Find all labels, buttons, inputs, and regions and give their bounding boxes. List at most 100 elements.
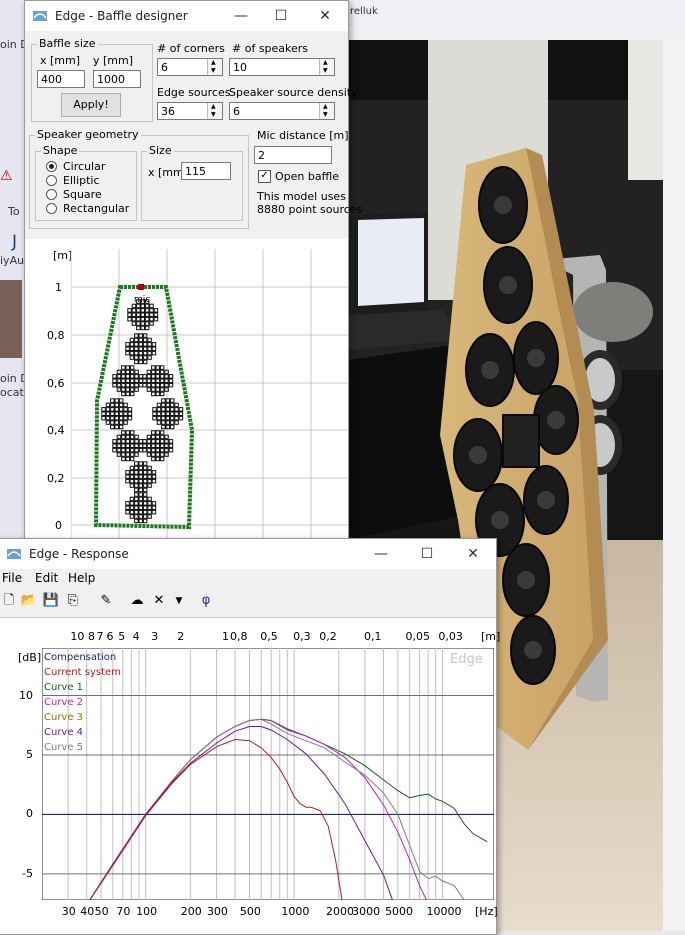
driver-source-point <box>142 492 148 497</box>
shape-rectangular-radio[interactable] <box>46 203 57 214</box>
driver-source-point <box>118 407 124 412</box>
driver-source-point <box>159 369 165 375</box>
top-axis-tick: 8 <box>87 630 95 643</box>
response-plot-area[interactable]: 10 8 7 6 5 4 3 2 1 0,8 0,5 0,3 0,2 0,1 0,05 0,03 [m] [d… <box>0 618 500 934</box>
apply-button[interactable]: Apply! <box>61 93 121 117</box>
driver-source-point <box>112 378 117 383</box>
baffle-x-input[interactable]: 400 <box>37 70 85 88</box>
y-tick: -5 <box>22 866 33 880</box>
delete-icon[interactable]: ✕ <box>149 591 169 611</box>
phase-icon[interactable]: φ <box>196 591 216 611</box>
driver-source-point <box>146 387 152 392</box>
driver-source-point <box>134 496 139 502</box>
driver-source-point <box>134 501 139 506</box>
corners-spinner[interactable]: 6 ▲ ▼ <box>157 58 223 76</box>
calc-icon[interactable]: ☁ <box>127 591 147 611</box>
open-icon[interactable]: 📂 <box>19 591 39 611</box>
driver-source-point <box>169 398 175 403</box>
y-tick: 0 <box>55 519 62 532</box>
bg-text: J <box>12 232 18 252</box>
baffle-plot[interactable]: [m] 1 0,8 0,6 0,4 0,2 0 mic <box>25 239 348 561</box>
driver-source-point <box>105 420 111 425</box>
x-tick: 10000 <box>426 905 462 918</box>
driver-source-point <box>147 470 152 475</box>
driver-source-point <box>151 346 157 351</box>
top-axis-tick: 0,8 <box>229 630 248 643</box>
baffle-y-input[interactable]: 1000 <box>93 70 141 88</box>
driver-source-point <box>161 402 166 408</box>
dropdown-icon[interactable]: ▼ <box>169 591 189 611</box>
driver-source-point <box>129 382 135 388</box>
driver-source-point <box>142 333 148 338</box>
shape-elliptic-radio[interactable] <box>46 175 57 186</box>
driver-source-point <box>118 411 124 416</box>
driver-source-point <box>159 439 165 444</box>
driver-source-point <box>121 456 126 462</box>
speakers-spin-buttons[interactable]: ▲ ▼ <box>319 59 334 75</box>
draw-icon[interactable]: ✎ <box>96 591 116 611</box>
speakers-spinner[interactable]: 10 ▲ ▼ <box>229 58 335 76</box>
mic-distance-input[interactable]: 2 <box>254 146 332 164</box>
minimize-button[interactable]: — <box>361 543 401 565</box>
driver-source-point <box>169 424 175 430</box>
shape-rectangular-label: Rectangular <box>63 202 130 215</box>
driver-source-point <box>155 378 160 383</box>
shape-square-radio[interactable] <box>46 189 57 200</box>
menu-edit[interactable]: Edit <box>35 571 58 585</box>
driver-source-point <box>110 407 115 412</box>
menu-help[interactable]: Help <box>68 571 95 585</box>
corners-spin-buttons[interactable]: ▲ ▼ <box>207 59 222 75</box>
top-axis-unit: [m] <box>481 630 501 643</box>
driver-source-point <box>168 439 174 444</box>
driver-source-point <box>146 434 152 440</box>
driver-source-point <box>142 478 148 484</box>
driver-source-point <box>138 346 143 351</box>
driver-source-point <box>142 447 147 453</box>
speakers-value: 10 <box>233 61 247 74</box>
open-baffle-checkbox[interactable]: ✓ <box>258 170 271 183</box>
driver-source-point <box>134 374 139 379</box>
driver-source-point <box>151 456 156 462</box>
driver-source-point <box>140 321 145 326</box>
driver-source-point <box>121 447 126 453</box>
driver-source-point <box>125 346 130 351</box>
density-spin-buttons[interactable]: ▲ ▼ <box>319 103 334 119</box>
save-icon[interactable]: 💾 <box>41 591 61 611</box>
density-spinner[interactable]: 6 ▲ ▼ <box>229 102 335 120</box>
driver-source-point <box>144 312 150 317</box>
new-icon[interactable]: 🗋 <box>0 591 19 611</box>
driver-source-point <box>151 501 157 506</box>
driver-source-point <box>155 387 160 392</box>
maximize-button[interactable]: ☐ <box>407 543 447 565</box>
driver-source-point <box>144 308 150 313</box>
plot-unit-label: [m] <box>53 249 73 262</box>
legend-entry: Curve 5 <box>44 742 84 753</box>
driver-source-point <box>138 378 144 383</box>
maximize-button[interactable]: ☐ <box>261 5 301 27</box>
close-button[interactable]: ✕ <box>305 5 345 27</box>
driver-source-point <box>131 308 137 313</box>
driver-source-point <box>151 365 156 370</box>
driver-source-point <box>125 443 130 448</box>
driver-source-point <box>138 518 143 524</box>
copy-icon[interactable]: ⎘ <box>63 591 83 611</box>
model-info-line2: 8880 point sources <box>257 203 363 216</box>
top-axis-tick: 0,2 <box>319 630 337 643</box>
driver-source-point <box>129 342 135 347</box>
edge-sources-spin-buttons[interactable]: ▲ ▼ <box>207 103 222 119</box>
top-axis-tick: 0,03 <box>438 630 463 643</box>
shape-circular-radio[interactable] <box>46 161 57 172</box>
driver-source-point <box>169 420 175 425</box>
driver-source-point <box>129 337 135 343</box>
top-axis-tick: 5 <box>118 630 126 643</box>
driver-source-point <box>129 456 135 462</box>
driver-source-point <box>101 415 106 421</box>
driver-source-point <box>129 496 135 502</box>
menu-file[interactable]: File <box>2 571 22 585</box>
driver-source-point <box>129 443 135 448</box>
edge-sources-spinner[interactable]: 36 ▲ ▼ <box>157 102 223 120</box>
close-button[interactable]: ✕ <box>453 543 493 565</box>
minimize-button[interactable]: — <box>221 5 261 27</box>
driver-source-point <box>155 369 160 375</box>
speaker-size-input[interactable]: 115 <box>181 162 231 180</box>
